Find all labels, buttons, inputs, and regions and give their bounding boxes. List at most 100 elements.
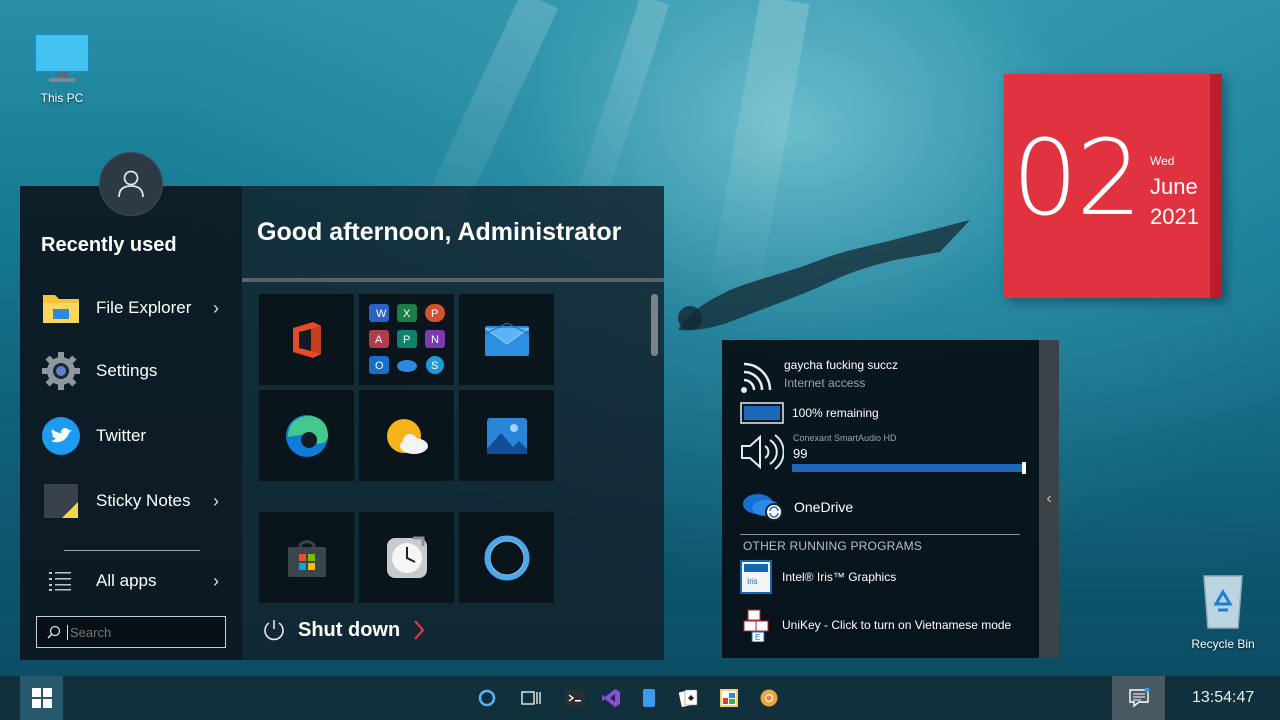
program-label: UniKey - Click to turn on Vietnamese mod… xyxy=(782,618,1012,632)
volume-slider[interactable] xyxy=(792,462,1026,474)
monitor-icon xyxy=(34,33,90,82)
onedrive-row[interactable]: OneDrive xyxy=(740,490,853,524)
store-icon xyxy=(287,539,326,577)
taskbar-clock[interactable]: 13:54:47 xyxy=(1192,689,1254,707)
tile-office[interactable] xyxy=(259,294,354,385)
cortana-icon[interactable] xyxy=(475,686,499,710)
solitaire-icon[interactable] xyxy=(676,686,700,710)
svg-text:X: X xyxy=(403,308,411,320)
recent-item-file-explorer[interactable]: File Explorer › xyxy=(20,283,242,333)
file-explorer-icon xyxy=(40,287,82,329)
recent-item-settings[interactable]: Settings xyxy=(20,346,242,396)
wifi-network-name: gaycha fucking succz xyxy=(784,358,899,372)
cortana-icon xyxy=(484,535,529,580)
speaker-icon xyxy=(741,434,784,470)
tile-edge[interactable] xyxy=(259,390,354,481)
wifi-row[interactable]: gaycha fucking succz Internet access xyxy=(740,358,899,394)
settings-gear-icon xyxy=(40,350,82,392)
onedrive-label: OneDrive xyxy=(794,499,854,515)
chevron-right-icon[interactable]: › xyxy=(204,298,228,319)
this-pc-label: This PC xyxy=(40,91,84,105)
recycle-bin-icon xyxy=(1203,575,1243,629)
panel-collapse-button[interactable]: ‹ xyxy=(1039,340,1059,658)
svg-text:P: P xyxy=(403,334,410,346)
recycle-bin-desktop-icon[interactable]: Recycle Bin xyxy=(1178,570,1268,651)
photos-icon xyxy=(486,417,527,454)
tile-alarms[interactable] xyxy=(359,512,454,603)
notification-icon xyxy=(1128,688,1149,708)
program-unikey[interactable]: E UniKey - Click to turn on Vietnamese m… xyxy=(740,608,1011,642)
recent-item-twitter[interactable]: Twitter xyxy=(20,411,242,461)
calendar-year: 2021 xyxy=(1150,204,1199,229)
tile-office-apps[interactable]: W X P A P N O S xyxy=(359,294,454,385)
tile-store[interactable] xyxy=(259,512,354,603)
recent-item-label: Settings xyxy=(96,361,158,380)
calendar-widget: 02 Wed June 2021 xyxy=(1004,74,1222,298)
tile-photos[interactable] xyxy=(459,390,554,481)
edge-icon xyxy=(285,414,328,457)
action-center-button[interactable] xyxy=(1112,676,1165,720)
scrollbar[interactable] xyxy=(651,294,658,356)
chevron-left-icon: ‹ xyxy=(1046,490,1052,507)
chevron-right-icon[interactable]: › xyxy=(204,491,228,512)
phone-icon[interactable] xyxy=(637,686,661,710)
program-intel-graphics[interactable]: Iris Intel® Iris™ Graphics xyxy=(740,560,896,594)
wifi-icon xyxy=(741,362,772,393)
user-avatar[interactable] xyxy=(99,152,163,216)
terminal-icon[interactable] xyxy=(563,686,587,710)
recently-used-pane: Recently used File Explorer › Settings T… xyxy=(20,186,242,660)
tile-weather[interactable] xyxy=(359,390,454,481)
taskbar: 13:54:47 xyxy=(0,676,1280,720)
recent-item-label: File Explorer xyxy=(96,298,192,317)
visual-studio-icon[interactable] xyxy=(599,686,623,710)
recent-item-label: Twitter xyxy=(96,426,147,445)
calendar-day: 02 xyxy=(1012,117,1142,239)
all-apps-button[interactable]: All apps › xyxy=(20,556,242,606)
start-button[interactable] xyxy=(20,676,63,720)
task-view-icon[interactable] xyxy=(519,686,543,710)
volume-value: 99 xyxy=(793,446,808,461)
search-box[interactable] xyxy=(36,616,226,648)
chevron-right-icon xyxy=(414,620,425,640)
svg-text:N: N xyxy=(431,334,439,346)
weather-icon xyxy=(386,418,428,454)
search-input[interactable] xyxy=(67,624,217,640)
battery-text: 100% remaining xyxy=(792,406,879,420)
system-tray-panel: gaycha fucking succz Internet access 100… xyxy=(722,340,1059,658)
list-icon xyxy=(40,560,82,602)
volume-row[interactable] xyxy=(740,432,784,472)
recent-item-sticky-notes[interactable]: Sticky Notes › xyxy=(20,476,242,526)
svg-text:Iris: Iris xyxy=(747,577,758,586)
unikey-icon: E xyxy=(743,609,769,642)
other-programs-title: OTHER RUNNING PROGRAMS xyxy=(743,539,923,553)
svg-text:O: O xyxy=(375,360,384,372)
calendar-weekday: Wed xyxy=(1150,154,1175,168)
divider xyxy=(242,278,664,282)
audio-device-name: Conexant SmartAudio HD xyxy=(793,433,897,443)
shutdown-label: Shut down xyxy=(298,618,401,641)
paint-icon[interactable] xyxy=(717,686,741,710)
all-apps-label: All apps xyxy=(96,571,157,590)
divider xyxy=(64,550,200,551)
battery-row[interactable]: 100% remaining xyxy=(740,402,879,424)
intel-graphics-icon: Iris xyxy=(740,560,772,594)
twitter-icon xyxy=(40,415,82,457)
shutdown-button[interactable]: Shut down xyxy=(262,618,426,642)
chrome-canary-icon[interactable] xyxy=(757,686,781,710)
office-icon xyxy=(292,321,321,358)
svg-text:A: A xyxy=(375,334,383,346)
diver-silhouette xyxy=(678,220,970,331)
sticky-notes-icon xyxy=(40,480,82,522)
volume-slider-thumb[interactable] xyxy=(1021,462,1026,474)
greeting-text: Good afternoon, Administrator xyxy=(257,218,622,246)
tile-mail[interactable] xyxy=(459,294,554,385)
search-icon xyxy=(47,625,61,639)
program-label: Intel® Iris™ Graphics xyxy=(782,570,897,584)
recycle-bin-label: Recycle Bin xyxy=(1191,637,1255,651)
tile-cortana[interactable] xyxy=(459,512,554,603)
office-apps-grid-icon: W X P A P N O S xyxy=(368,303,445,374)
divider xyxy=(740,534,1020,535)
this-pc-desktop-icon[interactable]: This PC xyxy=(17,32,107,105)
recent-item-label: Sticky Notes xyxy=(96,491,191,510)
pinned-pane: Good afternoon, Administrator W X P A P … xyxy=(242,186,664,660)
